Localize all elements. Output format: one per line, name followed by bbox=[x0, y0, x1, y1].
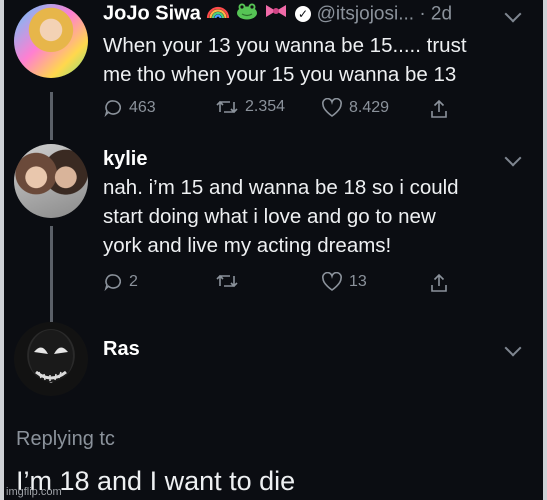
venom-face-icon bbox=[29, 330, 73, 382]
bow-icon bbox=[264, 2, 288, 26]
tweet-kylie[interactable]: kylie nah. i’m 15 and wanna be 18 so i c… bbox=[0, 144, 547, 314]
reply-icon bbox=[104, 274, 122, 292]
like-count: 8.429 bbox=[349, 99, 390, 116]
chevron-down-icon[interactable] bbox=[504, 149, 522, 167]
like-icon bbox=[322, 272, 342, 291]
chevron-down-icon[interactable] bbox=[504, 339, 522, 357]
like-button[interactable]: 8.429 bbox=[321, 98, 389, 118]
chevron-down-icon[interactable] bbox=[504, 5, 522, 23]
reply-count: 2 bbox=[129, 273, 138, 290]
tweet-actions: 463 2.354 8.429 bbox=[103, 98, 487, 124]
retweet-count: 2.354 bbox=[245, 98, 286, 115]
share-button[interactable] bbox=[429, 272, 449, 294]
share-icon bbox=[431, 273, 447, 292]
retweet-button[interactable] bbox=[215, 272, 239, 290]
reply-icon bbox=[104, 100, 122, 118]
verified-icon: ✓ bbox=[295, 6, 312, 22]
retweet-icon bbox=[216, 100, 238, 114]
avatar-jojo[interactable] bbox=[14, 4, 88, 78]
share-icon bbox=[431, 99, 447, 118]
like-button[interactable]: 13 bbox=[321, 272, 367, 292]
reply-count: 463 bbox=[129, 99, 156, 116]
rainbow-icon bbox=[206, 2, 230, 26]
author-handle[interactable]: @itsjojosi... · 2d bbox=[317, 3, 452, 24]
retweet-button[interactable]: 2.354 bbox=[215, 98, 285, 116]
author-name[interactable]: JoJo Siwa ✓ @itsjojosi... · 2d bbox=[103, 2, 452, 26]
avatar-ras[interactable] bbox=[14, 322, 88, 396]
tweet-text: When your 13 you wanna be 15..... trust … bbox=[103, 34, 467, 86]
like-count: 13 bbox=[349, 273, 367, 290]
retweet-icon bbox=[216, 274, 238, 288]
author-name[interactable]: kylie bbox=[103, 148, 147, 171]
avatar-kylie[interactable] bbox=[14, 144, 88, 218]
author-name-text: JoJo Siwa bbox=[103, 2, 201, 25]
tweet-actions: 2 13 bbox=[103, 272, 487, 298]
share-button[interactable] bbox=[429, 98, 449, 120]
tweet-text: nah. i’m 15 and wanna be 18 so i could s… bbox=[103, 176, 459, 257]
tweet-jojo[interactable]: JoJo Siwa ✓ @itsjojosi... · 2d When your… bbox=[0, 0, 547, 140]
frog-icon bbox=[236, 2, 258, 26]
author-name[interactable]: Ras bbox=[103, 338, 140, 361]
reply-button[interactable]: 2 bbox=[103, 272, 138, 292]
reply-button[interactable]: 463 bbox=[103, 98, 156, 118]
replying-to-label: Replying tc bbox=[16, 428, 115, 450]
like-icon bbox=[322, 98, 342, 117]
tweet-ras[interactable]: Ras bbox=[0, 322, 547, 402]
watermark: imgflip.com bbox=[6, 486, 62, 498]
